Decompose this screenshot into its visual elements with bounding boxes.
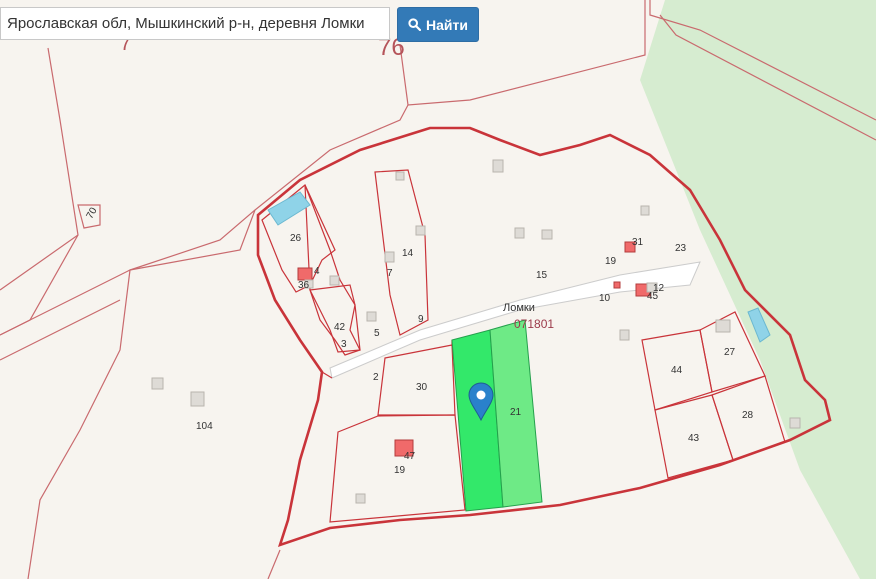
- parcel-label-36: 36: [298, 280, 310, 291]
- parcel-label-4: 4: [314, 266, 320, 277]
- address-search-input[interactable]: [0, 7, 390, 40]
- parcel-label-26: 26: [290, 233, 302, 244]
- parcel-label-10: 10: [599, 293, 611, 304]
- parcel-label-45: 45: [647, 291, 659, 302]
- parcel-label-2: 2: [373, 372, 379, 383]
- parcel-label-3: 3: [341, 339, 347, 350]
- cadastral-quarter-label: 071801: [514, 317, 554, 331]
- parcel-label-9: 9: [418, 314, 424, 325]
- search-button[interactable]: Найти: [397, 7, 479, 42]
- cadastral-map[interactable]: 7 76 70 26 14 7 36 4 42 5 3 9 15 19 31 2…: [0, 0, 876, 579]
- search-bar: Найти: [0, 7, 479, 42]
- parcel-label-19-north: 19: [605, 256, 617, 267]
- parcel-label-30: 30: [416, 382, 428, 393]
- parcel-label-28: 28: [742, 410, 754, 421]
- parcel-label-5: 5: [374, 328, 380, 339]
- parcel-label-14: 14: [402, 248, 414, 259]
- parcel-label-15: 15: [536, 270, 548, 281]
- parcel-label-21: 21: [510, 407, 522, 418]
- village-label: Ломки: [503, 302, 535, 314]
- parcel-label-44: 44: [671, 365, 683, 376]
- parcel-label-23: 23: [675, 243, 687, 254]
- parcel-label-7: 7: [387, 268, 393, 279]
- parcel-label-31: 31: [632, 237, 644, 248]
- parcel-label-19-south: 19: [394, 465, 406, 476]
- parcel-label-104: 104: [196, 421, 213, 432]
- parcel-label-47: 47: [404, 451, 416, 462]
- parcel-label-42: 42: [334, 322, 346, 333]
- search-icon: [408, 18, 422, 31]
- parcel-label-27: 27: [724, 347, 736, 358]
- search-button-label: Найти: [426, 16, 468, 33]
- parcel-label-43: 43: [688, 433, 700, 444]
